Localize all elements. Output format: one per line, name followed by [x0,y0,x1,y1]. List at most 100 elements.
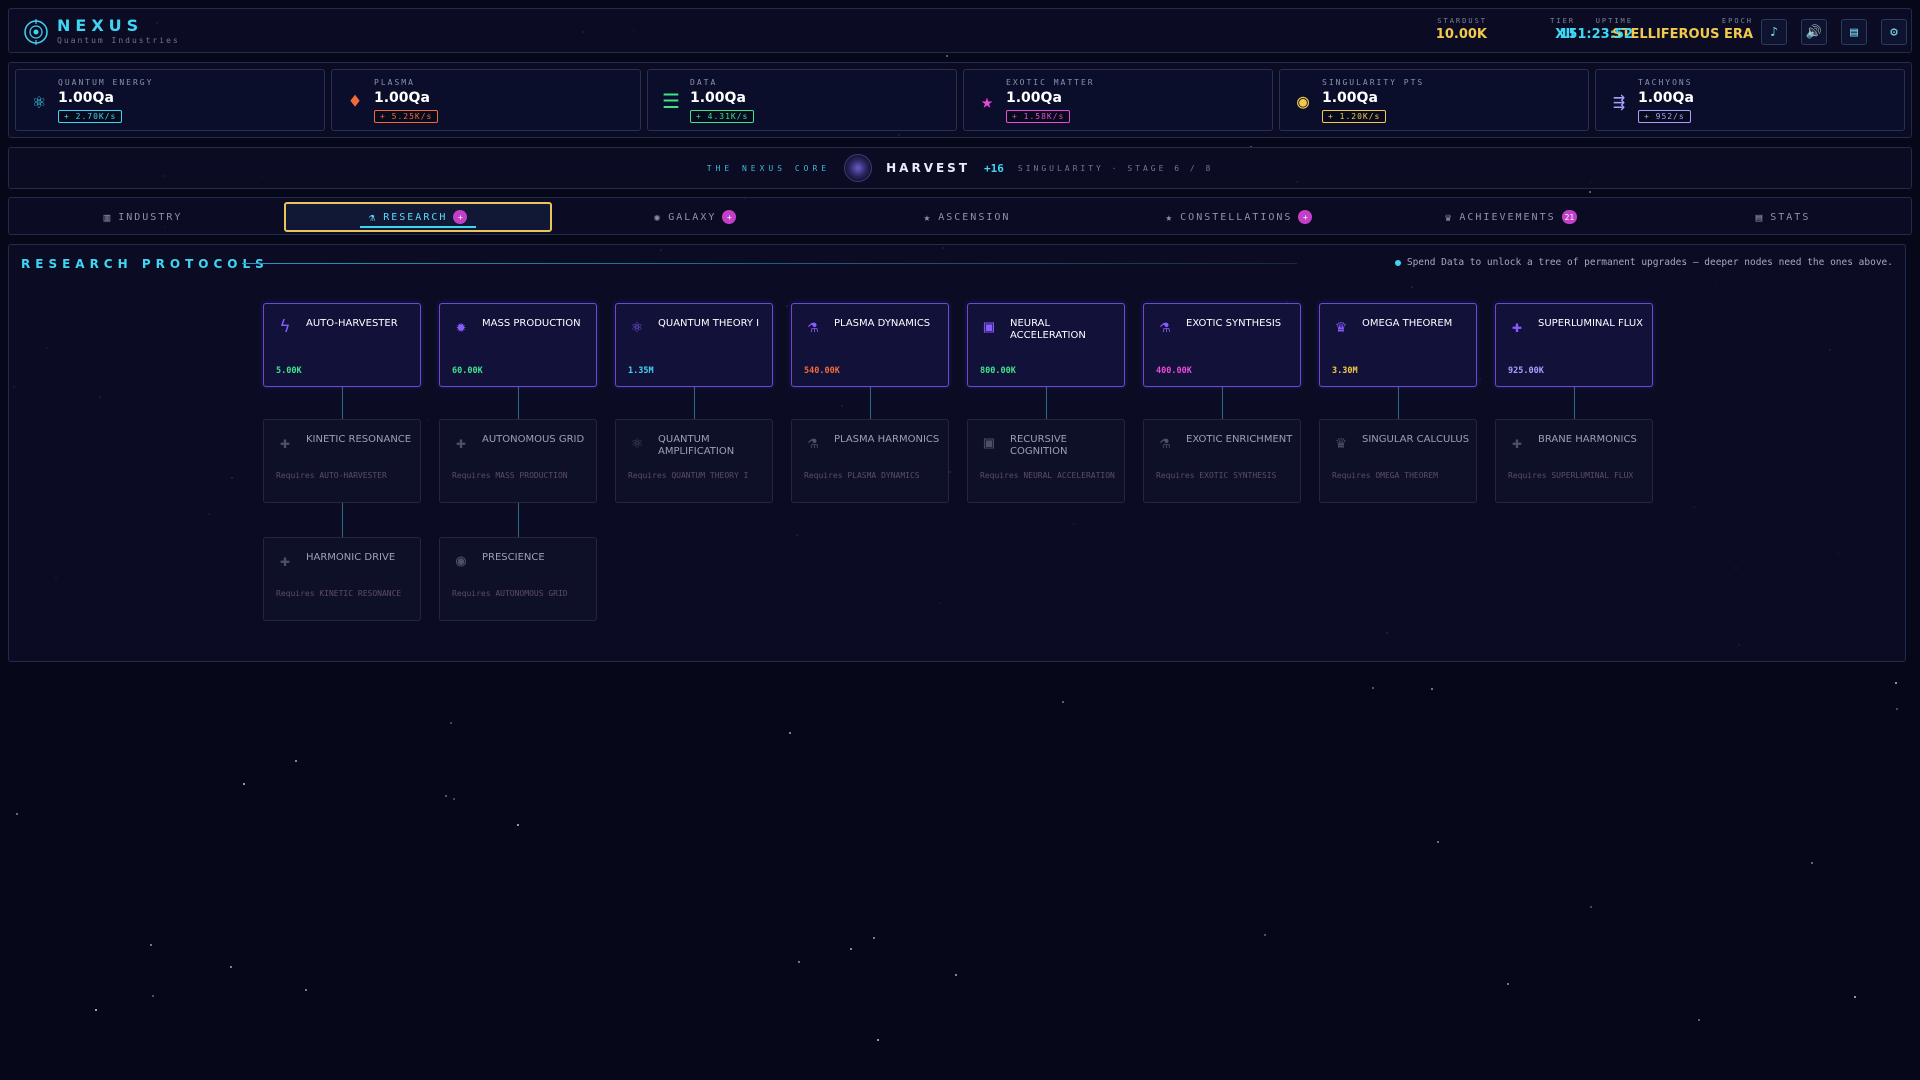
galaxy-icon: ✺ [653,210,663,224]
star-icon: ★ [923,210,933,224]
core-orb-icon[interactable] [844,154,873,182]
research-node-brane-harmonics[interactable]: ✚ BRANE HARMONICS Requires SUPERLUMINAL FL… [1495,419,1653,503]
tab-constellations[interactable]: ★ CONSTELLATIONS + [1105,202,1373,232]
node-cost: 1.35M [628,366,654,376]
cross-icon: ✚ [279,433,291,453]
resource-value: 1.00Qa [374,90,430,106]
resource-rate: + 1.58K/s [1006,110,1071,123]
tab-label: STATS [1770,211,1811,223]
lightning-icon: ϟ [279,317,291,337]
resource-label: TACHYONS [1638,78,1693,87]
flask-icon: ⚗ [807,317,819,337]
node-name: KINETIC RESONANCE [306,434,412,445]
research-node-plasma-harmonics[interactable]: ⚗ PLASMA HARMONICS Requires PLASMA DYNAMIC… [791,419,949,503]
star [517,824,519,826]
resource-singularity-pts: ◉ SINGULARITY PTS 1.00Qa + 1.20K/s [1279,69,1589,131]
top-header: NEXUS Quantum Industries EPOCH STELLIFERO… [8,8,1912,53]
nexus-core-bar: THE NEXUS CORE HARVEST +16 SINGULARITY ·… [8,147,1912,189]
research-node-omega-theorem[interactable]: ♛ OMEGA THEOREM 3.30M [1319,303,1477,387]
tab-galaxy[interactable]: ✺ GALAXY + [561,202,829,232]
tachyon-icon: ⇶ [1612,89,1626,113]
tab-industry[interactable]: ▥ INDUSTRY [9,202,277,232]
tab-stats[interactable]: ▤ STATS [1649,202,1917,232]
research-node-neural-acceleration[interactable]: ▣ NEURAL ACCELERATION 800.00K [967,303,1125,387]
research-node-mass-production[interactable]: ✹ MASS PRODUCTION 60.00K [439,303,597,387]
header-stat-tier: TIER XII [1535,17,1575,42]
cross-icon: ✚ [1511,433,1523,453]
research-node-plasma-dynamics[interactable]: ⚗ PLASMA DYNAMICS 540.00K [791,303,949,387]
node-name: EXOTIC SYNTHESIS [1186,318,1282,329]
document-icon: ▤ [1850,24,1858,40]
node-requirement: Requires EXOTIC SYNTHESIS [1156,471,1277,480]
atom-icon: ⚛ [32,89,46,113]
star [1264,934,1266,936]
tab-achievements[interactable]: ♛ ACHIEVEMENTS 21 [1377,202,1645,232]
resource-value: 1.00Qa [690,90,746,106]
research-title: RESEARCH PROTOCOLS [21,257,269,271]
sparkle-icon: ✚ [1511,317,1523,337]
resource-tachyons: ⇶ TACHYONS 1.00Qa + 952/s [1595,69,1905,131]
tab-label: GALAXY [668,211,717,223]
node-requirement: Requires PLASMA DYNAMICS [804,471,920,480]
resource-label: DATA [690,78,718,87]
research-hint-text: Spend Data to unlock a tree of permanent… [1406,257,1893,268]
star [1698,1019,1700,1021]
trophy-icon: ♛ [1444,210,1454,224]
node-name: EXOTIC ENRICHMENT [1186,434,1293,445]
header-stat-label: STARDUST [1437,17,1487,25]
header-stat-label: TIER [1550,17,1575,25]
research-node-autonomous-grid[interactable]: ✚ AUTONOMOUS GRID Requires MASS PRODUCTION [439,419,597,503]
star [1437,841,1439,843]
star [1854,996,1856,998]
research-node-auto-harvester[interactable]: ϟ AUTO-HARVESTER 5.00K [263,303,421,387]
star [798,961,800,963]
node-cost: 540.00K [804,366,840,376]
harvest-button[interactable]: HARVEST [886,161,970,175]
chip-icon: ▣ [983,317,995,337]
node-cost: 5.00K [276,366,302,376]
node-name: PLASMA HARMONICS [834,434,940,445]
tab-ascension[interactable]: ★ ASCENSION [833,202,1101,232]
music-button[interactable]: ♪ [1761,19,1787,45]
star [955,974,957,976]
research-node-quantum-theory-i[interactable]: ⚛ QUANTUM THEORY I 1.35M [615,303,773,387]
tab-badge: + [453,210,468,224]
research-node-prescience[interactable]: ◉ PRESCIENCE Requires AUTONOMOUS GRID [439,537,597,621]
node-name: OMEGA THEOREM [1362,318,1453,329]
research-node-exotic-synthesis[interactable]: ⚗ EXOTIC SYNTHESIS 400.00K [1143,303,1301,387]
atom-icon: ⚛ [631,317,643,337]
node-name: SINGULAR CALCULUS [1362,434,1470,445]
node-name: QUANTUM THEORY I [658,318,760,329]
node-cost: 60.00K [452,366,483,376]
resource-plasma: ♦ PLASMA 1.00Qa + 5.25K/s [331,69,641,131]
bar-chart-icon: ▥ [103,210,113,224]
resource-rate: + 1.20K/s [1322,110,1387,123]
research-panel: RESEARCH PROTOCOLS Spend Data to unlock … [8,244,1906,662]
research-node-quantum-amplification[interactable]: ⚛ QUANTUM AMPLIFICATION Requires QUANTUM T… [615,419,773,503]
tab-label: ASCENSION [938,211,1011,223]
research-node-superluminal-flux[interactable]: ✚ SUPERLUMINAL FLUX 925.00K [1495,303,1653,387]
resource-bar: ⚛ QUANTUM ENERGY 1.00Qa + 2.70K/s ♦ PLASMA 1.0… [8,62,1912,138]
harvest-bonus: +16 [984,161,1004,175]
research-node-recursive-cognition[interactable]: ▣ RECURSIVE COGNITION Requires NEURAL ACCE… [967,419,1125,503]
research-node-harmonic-drive[interactable]: ✚ HARMONIC DRIVE Requires KINETIC RESONANC… [263,537,421,621]
settings-button[interactable]: ⚙ [1881,19,1907,45]
star [1896,708,1898,710]
resource-data: ☰ DATA 1.00Qa + 4.31K/s [647,69,957,131]
cross-icon: ✚ [279,551,291,571]
node-name: PLASMA DYNAMICS [834,318,931,329]
resource-exotic-matter: ★ EXOTIC MATTER 1.00Qa + 1.58K/s [963,69,1273,131]
atom-icon: ⚛ [631,433,643,453]
research-node-exotic-enrichment[interactable]: ⚗ EXOTIC ENRICHMENT Requires EXOTIC SYNTHE… [1143,419,1301,503]
sound-button[interactable]: 🔊 [1801,19,1827,45]
tree-connector [870,387,871,419]
research-node-kinetic-resonance[interactable]: ✚ KINETIC RESONANCE Requires AUTO-HARVESTE… [263,419,421,503]
singularity-icon: ◉ [1296,89,1310,113]
log-button[interactable]: ▤ [1841,19,1867,45]
star [873,937,875,939]
node-requirement: Requires AUTO-HARVESTER [276,471,387,480]
star [305,989,307,991]
tab-research[interactable]: ⚗ RESEARCH + [284,202,552,232]
star [230,966,232,968]
research-node-singular-calculus[interactable]: ♛ SINGULAR CALCULUS Requires OMEGA THEOREM [1319,419,1477,503]
